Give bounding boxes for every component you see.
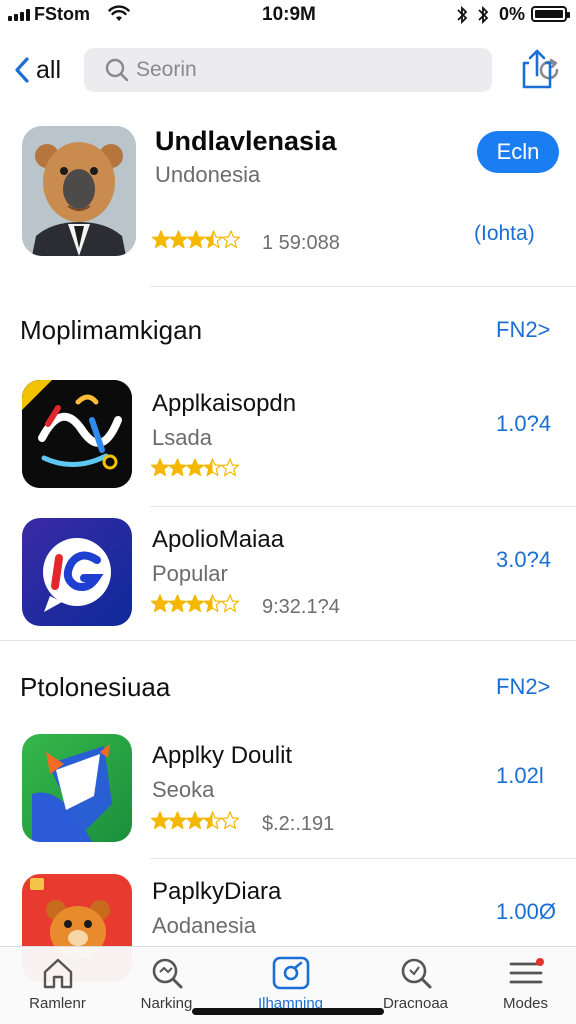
divider	[150, 858, 576, 859]
search-input[interactable]	[136, 54, 436, 86]
divider	[150, 286, 576, 287]
section-title: Ptolonesiuaa	[20, 672, 171, 702]
home-indicator	[192, 1008, 384, 1015]
app-subtitle: Aodanesia	[152, 913, 256, 938]
search-icon	[104, 57, 130, 88]
star-icon	[169, 230, 188, 249]
star-icon	[185, 594, 205, 613]
app-name[interactable]: PaplkyDiara	[152, 878, 281, 906]
section-title: Moplimamkigan	[20, 315, 203, 345]
app-icon[interactable]	[22, 734, 132, 842]
tab-modes[interactable]: Modes	[468, 947, 576, 1024]
star-icon	[150, 594, 170, 613]
star-icon	[220, 594, 240, 613]
rating-count: 1 59:088	[262, 232, 340, 254]
star-icon	[150, 458, 170, 477]
app-price[interactable]: 3.0?4	[496, 547, 551, 573]
app-price[interactable]: 1.0?4	[496, 411, 551, 437]
see-all-link[interactable]: FN2>	[496, 674, 550, 700]
divider	[0, 640, 576, 641]
chevron-left-icon	[15, 57, 29, 83]
tab-label: Ramlenr	[29, 995, 86, 1012]
in-app-link[interactable]: (Iohta)	[474, 222, 535, 246]
star-icon	[203, 458, 222, 477]
get-button[interactable]: Ecln	[477, 131, 559, 173]
menu-icon	[509, 958, 544, 984]
divider	[150, 506, 576, 507]
signal-icon	[8, 9, 30, 21]
clock: 10:9M	[262, 4, 316, 25]
app-meta: $.2:.191	[262, 813, 335, 835]
star-rating	[151, 230, 241, 255]
search-bar[interactable]	[84, 48, 559, 92]
star-rating	[150, 594, 240, 619]
back-label: all	[36, 55, 62, 84]
back-button[interactable]: all	[14, 52, 61, 88]
featured-app-name[interactable]: Undlavlenasia	[155, 126, 337, 157]
apps-icon	[272, 956, 309, 990]
share-icon[interactable]	[520, 48, 554, 95]
app-subtitle: Seoka	[152, 777, 215, 802]
wifi-icon	[108, 5, 130, 28]
star-icon	[151, 230, 171, 249]
star-icon	[203, 811, 222, 830]
home-icon	[43, 958, 72, 989]
search-icon	[152, 958, 182, 989]
star-icon	[150, 811, 170, 830]
app-icon[interactable]	[22, 380, 132, 488]
app-price[interactable]: 1.00Ø	[496, 899, 556, 925]
star-rating	[150, 811, 240, 836]
star-icon	[204, 230, 223, 249]
star-icon	[220, 458, 240, 477]
see-all-link[interactable]: FN2>	[496, 317, 550, 343]
star-rating	[150, 458, 240, 483]
search-icon	[401, 958, 431, 989]
battery-icon	[531, 6, 570, 22]
app-name[interactable]: Applky Doulit	[152, 742, 292, 770]
featured-app-icon[interactable]	[22, 126, 136, 256]
app-name[interactable]: Applkaisopdn	[152, 390, 296, 418]
app-icon[interactable]	[22, 518, 132, 626]
star-icon	[168, 594, 187, 613]
star-icon	[221, 230, 241, 249]
star-icon	[168, 811, 187, 830]
star-icon	[220, 811, 240, 830]
bluetooth-icon	[476, 5, 490, 30]
star-icon	[185, 811, 205, 830]
carrier-label: FStom	[34, 4, 90, 24]
tab-label: Modes	[502, 995, 549, 1012]
star-icon	[185, 458, 205, 477]
tab-today[interactable]: Ramlenr	[0, 947, 115, 1024]
app-price[interactable]: 1.02l	[496, 763, 544, 789]
app-subtitle: Popular	[152, 561, 228, 586]
status-bar: FStom 10:9M 0%	[0, 0, 576, 34]
battery-percent: 0%	[499, 4, 526, 24]
star-icon	[186, 230, 206, 249]
app-subtitle: Lsada	[152, 425, 212, 450]
featured-app-subtitle: Undonesia	[155, 162, 261, 187]
app-meta: 9:32.1?4	[262, 596, 340, 618]
app-name[interactable]: ApolioMaiaa	[152, 526, 284, 554]
star-icon	[168, 458, 187, 477]
star-icon	[203, 594, 222, 613]
bluetooth-icon	[455, 5, 469, 30]
